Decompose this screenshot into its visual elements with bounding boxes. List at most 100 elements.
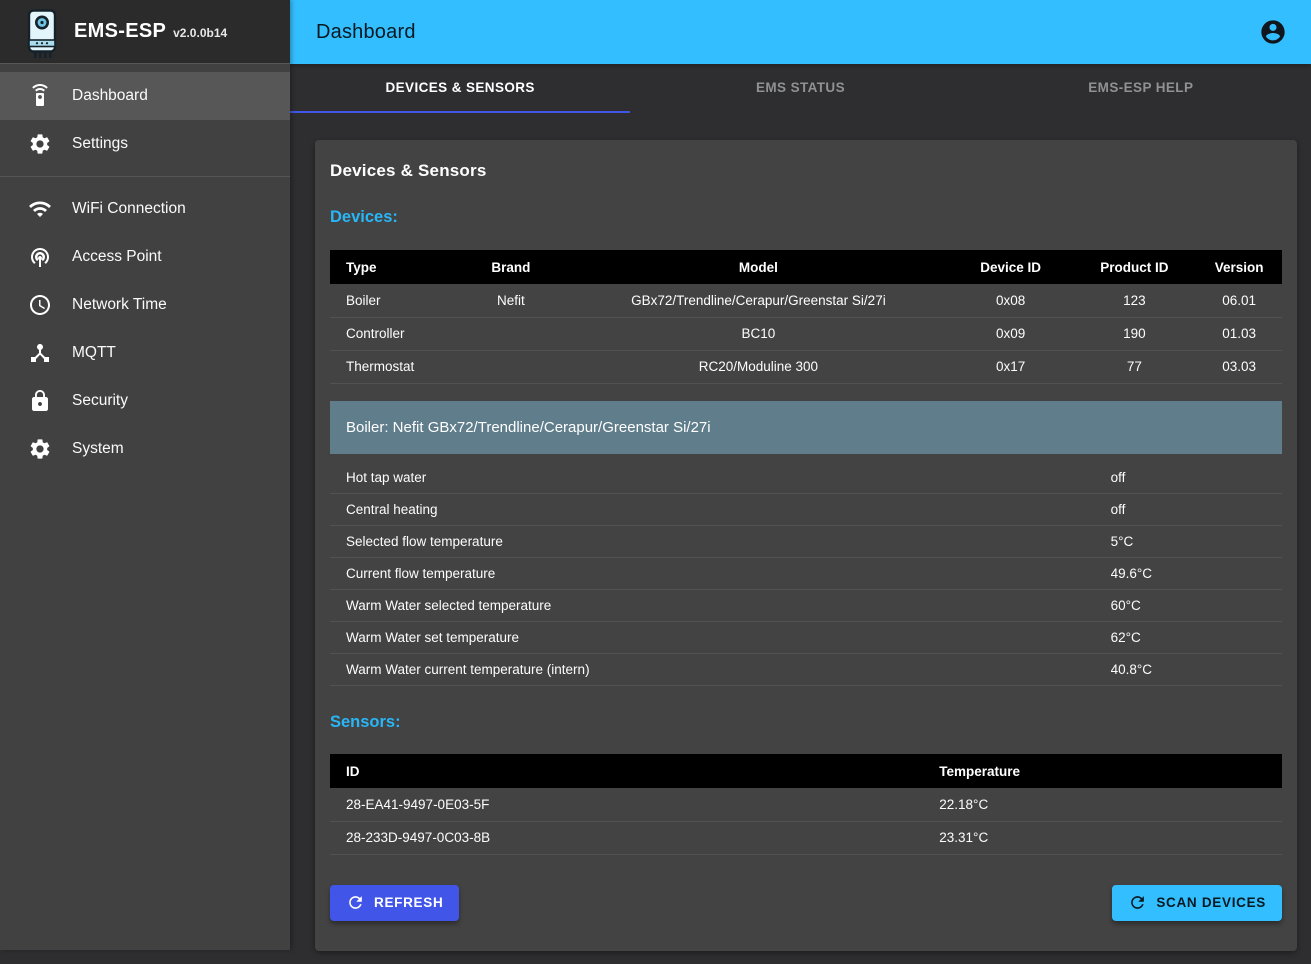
column-header-type: Type bbox=[330, 250, 454, 284]
table-cell: Boiler bbox=[330, 284, 454, 317]
device-detail-title: Boiler: Nefit GBx72/Trendline/Cerapur/Gr… bbox=[346, 419, 711, 436]
table-row: Selected flow temperature5°C bbox=[330, 526, 1282, 558]
table-cell: Hot tap water bbox=[330, 462, 1111, 494]
table-cell bbox=[454, 317, 568, 350]
sidebar: EMS-ESP v2.0.0b14 Dashboard Settings WiFi… bbox=[0, 0, 290, 950]
remote-icon bbox=[28, 84, 52, 108]
table-cell: 62°C bbox=[1111, 622, 1282, 654]
table-row: Current flow temperature49.6°C bbox=[330, 558, 1282, 590]
column-header-id: ID bbox=[330, 754, 939, 788]
scan-devices-button[interactable]: SCAN DEVICES bbox=[1112, 885, 1282, 921]
table-cell: 28-233D-9497-0C03-8B bbox=[330, 821, 939, 854]
table-cell: Thermostat bbox=[330, 350, 454, 383]
content-area: Devices & Sensors Devices: TypeBrandMode… bbox=[290, 113, 1311, 964]
devices-sensors-card: Devices & Sensors Devices: TypeBrandMode… bbox=[315, 140, 1297, 951]
sidebar-item-system[interactable]: System bbox=[0, 425, 290, 473]
sidebar-item-label: Dashboard bbox=[72, 87, 148, 105]
refresh-button[interactable]: REFRESH bbox=[330, 885, 459, 921]
device-hub-icon bbox=[28, 341, 52, 365]
tab-ems-status[interactable]: EMS STATUS bbox=[630, 64, 970, 113]
table-cell: BC10 bbox=[568, 317, 949, 350]
sidebar-header: EMS-ESP v2.0.0b14 bbox=[0, 0, 290, 64]
table-cell: Warm Water set temperature bbox=[330, 622, 1111, 654]
table-cell: 40.8°C bbox=[1111, 654, 1282, 686]
gear-icon bbox=[28, 437, 52, 461]
table-row: BoilerNefitGBx72/Trendline/Cerapur/Green… bbox=[330, 284, 1282, 317]
sidebar-nav-secondary: WiFi Connection Access Point Network Time M… bbox=[0, 177, 290, 481]
table-cell: 0x08 bbox=[949, 284, 1073, 317]
table-cell: GBx72/Trendline/Cerapur/Greenstar Si/27i bbox=[568, 284, 949, 317]
app-name: EMS-ESP bbox=[74, 20, 166, 43]
table-cell: 28-EA41-9497-0E03-5F bbox=[330, 788, 939, 821]
table-header-row: TypeBrandModelDevice IDProduct IDVersion bbox=[330, 250, 1282, 284]
column-header-brand: Brand bbox=[454, 250, 568, 284]
sidebar-item-label: Security bbox=[72, 392, 128, 410]
table-header-row: IDTemperature bbox=[330, 754, 1282, 788]
devices-heading: Devices: bbox=[330, 208, 1282, 227]
column-header-model: Model bbox=[568, 250, 949, 284]
table-cell: 123 bbox=[1073, 284, 1197, 317]
table-cell: 49.6°C bbox=[1111, 558, 1282, 590]
wifi-tethering-icon bbox=[28, 245, 52, 269]
sidebar-item-label: Network Time bbox=[72, 296, 167, 314]
main-column: Dashboard DEVICES & SENSORSEMS STATUSEMS… bbox=[290, 0, 1311, 964]
column-header-temperature: Temperature bbox=[939, 754, 1282, 788]
sidebar-item-security[interactable]: Security bbox=[0, 377, 290, 425]
table-row: Central heatingoff bbox=[330, 494, 1282, 526]
sensors-table: IDTemperature28-EA41-9497-0E03-5F22.18°C… bbox=[330, 754, 1282, 855]
lock-icon bbox=[28, 389, 52, 413]
sidebar-item-label: System bbox=[72, 440, 124, 458]
table-cell: 0x17 bbox=[949, 350, 1073, 383]
sidebar-item-mqtt[interactable]: MQTT bbox=[0, 329, 290, 377]
account-circle-icon bbox=[1259, 18, 1287, 46]
table-cell: Nefit bbox=[454, 284, 568, 317]
table-cell: Selected flow temperature bbox=[330, 526, 1111, 558]
card-title: Devices & Sensors bbox=[330, 161, 1282, 181]
table-cell: Central heating bbox=[330, 494, 1111, 526]
sidebar-item-dashboard[interactable]: Dashboard bbox=[0, 72, 290, 120]
table-cell: 77 bbox=[1073, 350, 1197, 383]
table-row: 28-EA41-9497-0E03-5F22.18°C bbox=[330, 788, 1282, 821]
table-cell: off bbox=[1111, 494, 1282, 526]
table-cell: 5°C bbox=[1111, 526, 1282, 558]
table-cell: Warm Water selected temperature bbox=[330, 590, 1111, 622]
sidebar-item-label: Settings bbox=[72, 135, 128, 153]
table-cell: 190 bbox=[1073, 317, 1197, 350]
device-detail-table: Hot tap wateroffCentral heatingoffSelect… bbox=[330, 462, 1282, 687]
table-row: Controller BC100x0919001.03 bbox=[330, 317, 1282, 350]
appbar: Dashboard bbox=[290, 0, 1311, 64]
devices-table: TypeBrandModelDevice IDProduct IDVersion… bbox=[330, 250, 1282, 384]
sidebar-item-network-time[interactable]: Network Time bbox=[0, 281, 290, 329]
table-row: Warm Water selected temperature60°C bbox=[330, 590, 1282, 622]
tab-strip: DEVICES & SENSORSEMS STATUSEMS-ESP HELP bbox=[290, 64, 1311, 113]
tab-devices-sensors[interactable]: DEVICES & SENSORS bbox=[290, 64, 630, 113]
button-row: REFRESH SCAN DEVICES bbox=[330, 885, 1282, 921]
sidebar-item-settings[interactable]: Settings bbox=[0, 120, 290, 168]
table-cell: 0x09 bbox=[949, 317, 1073, 350]
wifi-icon bbox=[28, 197, 52, 221]
sidebar-item-label: WiFi Connection bbox=[72, 200, 186, 218]
sidebar-item-wifi-connection[interactable]: WiFi Connection bbox=[0, 185, 290, 233]
table-cell: 03.03 bbox=[1196, 350, 1282, 383]
boiler-logo-icon bbox=[22, 9, 62, 61]
table-cell: 60°C bbox=[1111, 590, 1282, 622]
refresh-icon bbox=[346, 893, 365, 912]
scan-devices-button-label: SCAN DEVICES bbox=[1156, 895, 1266, 910]
page-title: Dashboard bbox=[316, 21, 416, 44]
table-row: 28-233D-9497-0C03-8B23.31°C bbox=[330, 821, 1282, 854]
sidebar-item-label: MQTT bbox=[72, 344, 116, 362]
account-button[interactable] bbox=[1259, 18, 1287, 46]
table-cell: 22.18°C bbox=[939, 788, 1282, 821]
table-cell: 01.03 bbox=[1196, 317, 1282, 350]
app-version: v2.0.0b14 bbox=[173, 26, 227, 40]
column-header-product-id: Product ID bbox=[1073, 250, 1197, 284]
sidebar-item-access-point[interactable]: Access Point bbox=[0, 233, 290, 281]
table-cell: Controller bbox=[330, 317, 454, 350]
sidebar-nav-primary: Dashboard Settings bbox=[0, 64, 290, 176]
refresh-button-label: REFRESH bbox=[374, 895, 443, 910]
sidebar-item-label: Access Point bbox=[72, 248, 162, 266]
table-row: Warm Water set temperature62°C bbox=[330, 622, 1282, 654]
tab-ems-esp-help[interactable]: EMS-ESP HELP bbox=[971, 64, 1311, 113]
refresh-icon bbox=[1128, 893, 1147, 912]
gear-icon bbox=[28, 132, 52, 156]
